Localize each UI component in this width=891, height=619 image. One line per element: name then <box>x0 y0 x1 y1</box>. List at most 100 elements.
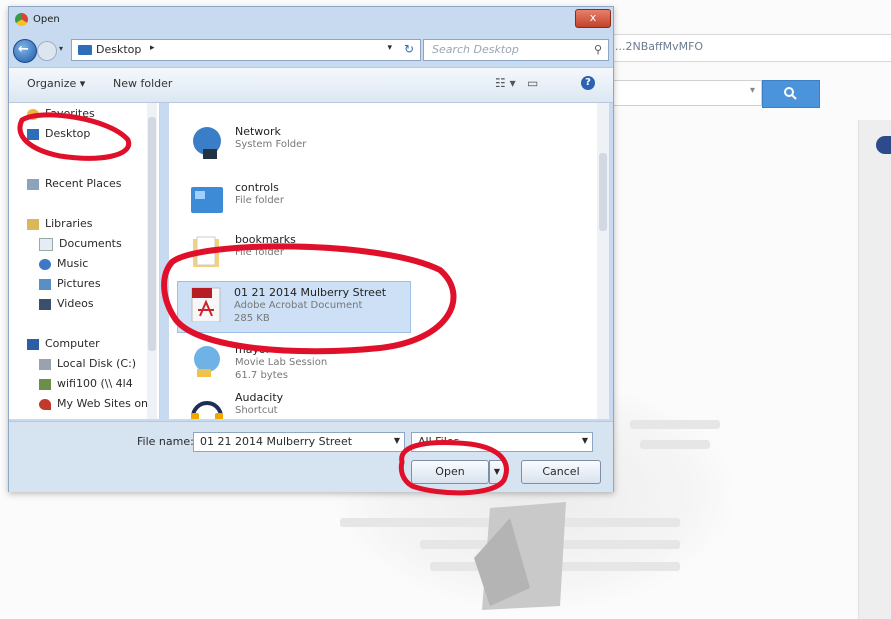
dialog-titlebar[interactable]: Open x <box>9 7 613 33</box>
nav-item-label: Libraries <box>45 217 93 230</box>
browser-search-input[interactable]: ▾ <box>600 80 762 106</box>
close-icon: x <box>589 11 597 24</box>
desktop-icon <box>27 128 39 140</box>
file-name-input[interactable]: 01 21 2014 Mulberry Street ▼ <box>193 432 405 452</box>
browser-search-button[interactable] <box>762 80 820 108</box>
refresh-icon[interactable]: ↻ <box>404 42 414 56</box>
nav-item-local-disk[interactable]: Local Disk (C:) <box>39 355 136 373</box>
browser-url-bar[interactable]: ...2NBaffMvMFO <box>600 34 891 62</box>
chevron-down-icon[interactable]: ▼ <box>582 436 588 445</box>
list-item[interactable]: Network System Folder <box>179 121 429 167</box>
nav-item-label: Music <box>57 257 89 270</box>
file-type: System Folder <box>235 139 307 150</box>
file-name: 01 21 2014 Mulberry Street <box>234 286 387 299</box>
nav-item-label: Recent Places <box>45 177 122 190</box>
user-avatar-icon[interactable] <box>876 136 891 154</box>
open-button[interactable]: Open <box>411 460 489 484</box>
computer-icon <box>27 338 39 350</box>
folder-icon <box>193 236 219 267</box>
open-options-dropdown[interactable]: ▼ <box>489 460 505 484</box>
nav-item-recent-places[interactable]: Recent Places <box>27 175 122 193</box>
list-item[interactable]: controls File folder <box>179 177 429 223</box>
list-item[interactable]: bookmarks File folder <box>179 229 429 275</box>
file-name: Audacity <box>235 391 284 404</box>
chevron-down-icon[interactable]: ▾ <box>750 85 755 96</box>
open-file-dialog: Open x ▾ Desktop ▸ ▾ ↻ Search Desktop ⚲ … <box>8 6 614 492</box>
list-item[interactable]: Audacity Shortcut <box>179 387 429 419</box>
search-icon: ⚲ <box>593 43 602 56</box>
address-row: ▾ Desktop ▸ ▾ ↻ Search Desktop ⚲ <box>9 35 613 65</box>
nav-item-favorites[interactable]: Favorites <box>27 105 95 123</box>
scrollbar-thumb[interactable] <box>148 117 156 351</box>
documents-icon <box>39 237 53 251</box>
address-bar[interactable]: Desktop ▸ ▾ ↻ <box>71 39 421 61</box>
organize-button[interactable]: Organize ▾ <box>27 77 85 90</box>
nav-item-label: My Web Sites on <box>57 397 149 410</box>
chevron-right-icon[interactable]: ▸ <box>150 43 155 53</box>
faded-text-line <box>640 440 710 449</box>
nav-item-computer[interactable]: Computer <box>27 335 100 353</box>
file-list: Network System Folder controls File fold… <box>169 103 597 419</box>
file-type: File folder <box>235 247 284 258</box>
file-name: mayor <box>235 343 271 356</box>
chevron-down-icon[interactable]: ▼ <box>394 436 400 445</box>
file-type: Shortcut <box>235 405 278 416</box>
nav-item-web-sites[interactable]: My Web Sites on <box>39 395 148 413</box>
navigation-scrollbar[interactable] <box>147 103 157 419</box>
file-type-select[interactable]: All Files ▼ <box>411 432 593 452</box>
search-desktop-input[interactable]: Search Desktop ⚲ <box>423 39 609 61</box>
nav-item-pictures[interactable]: Pictures <box>39 275 101 293</box>
list-item-selected[interactable]: 01 21 2014 Mulberry Street Adobe Acrobat… <box>177 281 411 333</box>
network-drive-icon <box>39 378 51 390</box>
faded-document-icon <box>474 502 566 610</box>
control-panel-folder-icon <box>191 187 223 213</box>
new-folder-button[interactable]: New folder <box>113 77 172 90</box>
recent-places-icon <box>27 178 39 190</box>
scrollbar-thumb[interactable] <box>599 153 607 231</box>
disk-icon <box>39 358 51 370</box>
nav-item-label: wifi100 (\\ 4l4 <box>57 377 133 390</box>
file-size: 285 KB <box>234 313 270 324</box>
file-list-scrollbar[interactable] <box>597 103 609 419</box>
file-name: controls <box>235 181 279 194</box>
search-icon <box>784 87 797 100</box>
nav-item-libraries[interactable]: Libraries <box>27 215 93 233</box>
search-placeholder: Search Desktop <box>432 43 519 56</box>
pictures-icon <box>39 278 51 290</box>
nav-item-label: Favorites <box>45 107 95 120</box>
nav-item-label: Documents <box>59 237 122 250</box>
browser-side-column <box>858 120 891 619</box>
nav-item-label: Videos <box>57 297 94 310</box>
forward-button[interactable] <box>37 41 57 61</box>
cancel-button[interactable]: Cancel <box>521 460 601 484</box>
navigation-pane: Favorites Desktop Recent Places Librarie… <box>9 103 160 419</box>
file-name: bookmarks <box>235 233 296 246</box>
web-sites-icon <box>39 398 51 410</box>
media-file-icon <box>194 346 220 377</box>
back-button[interactable] <box>13 39 37 63</box>
nav-item-label: Pictures <box>57 277 101 290</box>
list-item[interactable]: mayor Movie Lab Session 61.7 bytes <box>179 339 429 385</box>
nav-item-label: Desktop <box>45 127 91 140</box>
faded-text-line <box>630 420 720 429</box>
nav-item-label: Local Disk (C:) <box>57 357 137 370</box>
audacity-shortcut-icon <box>191 401 223 419</box>
chevron-down-icon[interactable]: ▾ <box>387 43 392 53</box>
help-icon[interactable]: ? <box>581 76 595 90</box>
browser-url-text: ...2NBaffMvMFO <box>615 40 704 53</box>
file-name: Network <box>235 125 281 138</box>
nav-item-network-drive[interactable]: wifi100 (\\ 4l4 <box>39 375 133 393</box>
nav-item-videos[interactable]: Videos <box>39 295 94 313</box>
nav-item-music[interactable]: Music <box>39 255 88 273</box>
view-options-icon[interactable]: ☷ ▾ ▭ <box>495 76 538 90</box>
network-icon <box>193 127 221 159</box>
nav-item-desktop[interactable]: Desktop <box>27 125 90 143</box>
dialog-footer: File name: 01 21 2014 Mulberry Street ▼ … <box>9 421 613 492</box>
recent-locations-dropdown[interactable]: ▾ <box>59 44 63 53</box>
address-folder-label[interactable]: Desktop <box>96 43 141 56</box>
nav-item-documents[interactable]: Documents <box>39 235 122 253</box>
file-name-value: 01 21 2014 Mulberry Street <box>200 435 353 448</box>
close-button[interactable]: x <box>575 9 611 28</box>
file-type: File folder <box>235 195 284 206</box>
file-type-value: All Files <box>418 435 460 448</box>
